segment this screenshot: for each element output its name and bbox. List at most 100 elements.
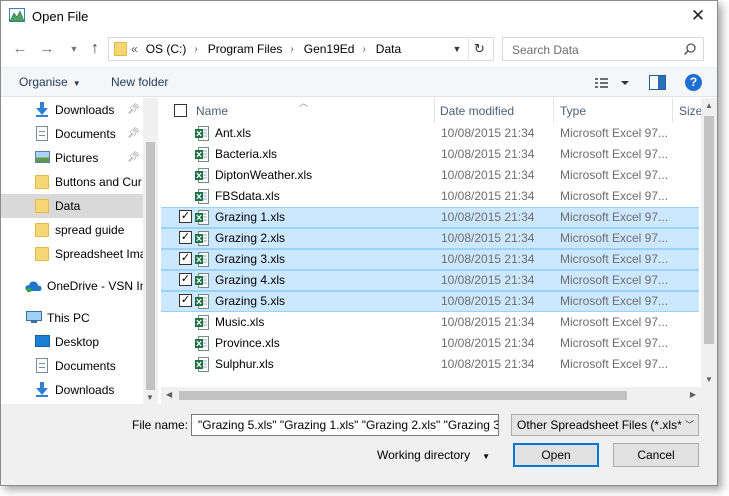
column-divider[interactable]	[553, 98, 554, 123]
folder-icon	[35, 175, 49, 189]
column-divider[interactable]	[434, 98, 435, 123]
excel-file-icon	[195, 252, 209, 267]
nav-item-documents-pc[interactable]: Documents	[1, 354, 143, 378]
forward-button[interactable]: →	[37, 39, 57, 59]
nav-item-onedrive[interactable]: OneDrive - VSN In	[1, 274, 146, 298]
address-row: ← → ▼ ↑ « OS (C:) › Program Files › Gen1…	[1, 34, 717, 64]
nav-item-label: Downloads	[55, 383, 115, 397]
file-type: Microsoft Excel 97...	[560, 210, 669, 224]
file-date-modified: 10/08/2015 21:34	[441, 168, 535, 182]
nav-item-data[interactable]: Data	[1, 194, 143, 218]
scroll-down-arrow-icon[interactable]: ▼	[146, 393, 154, 402]
breadcrumb-item[interactable]: Program Files	[208, 42, 283, 56]
column-header-type[interactable]: Type	[560, 104, 586, 118]
address-bar[interactable]: « OS (C:) › Program Files › Gen19Ed › Da…	[108, 37, 494, 61]
breadcrumb-overflow[interactable]: «	[131, 42, 138, 56]
close-button[interactable]: ✕	[685, 4, 711, 28]
file-row[interactable]: Province.xls 10/08/2015 21:34 Microsoft Ex…	[161, 333, 699, 354]
nav-item-this-pc[interactable]: This PC	[1, 306, 143, 330]
scroll-right-arrow-icon[interactable]: ▶	[690, 390, 696, 399]
file-row[interactable]: Music.xls 10/08/2015 21:34 Microsoft Excel…	[161, 312, 699, 333]
working-directory-menu[interactable]: Working directory ▼	[377, 448, 490, 462]
nav-item-label: Desktop	[55, 335, 100, 349]
nav-item-spread-guide[interactable]: spread guide	[1, 218, 143, 242]
file-row[interactable]: ✓ Grazing 2.xls 10/08/2015 21:34 Microsoft …	[161, 228, 699, 249]
chevron-down-icon: ﹀	[681, 418, 694, 431]
file-name: Bacteria.xls	[215, 147, 278, 161]
search-input[interactable]: Search Data	[502, 37, 704, 61]
file-row[interactable]: ✓ Grazing 1.xls 10/08/2015 21:34 Microsoft …	[161, 207, 699, 228]
cancel-button[interactable]: Cancel	[613, 443, 699, 467]
column-header-row: ︿ Name Date modified Type Size	[161, 98, 702, 123]
nav-item-spreadsheet-ima[interactable]: Spreadsheet Ima	[1, 242, 146, 266]
excel-file-icon	[195, 231, 209, 246]
row-checkbox-checked[interactable]: ✓	[179, 273, 192, 286]
breadcrumb-item[interactable]: Data	[376, 42, 401, 56]
nav-item-pictures[interactable]: Pictures 📌︎	[1, 146, 143, 170]
excel-file-icon	[195, 294, 209, 309]
file-type: Microsoft Excel 97...	[560, 252, 669, 266]
navpane-scroll-thumb[interactable]	[146, 142, 155, 390]
chevron-right-icon[interactable]: ›	[290, 44, 293, 55]
new-folder-button[interactable]: New folder	[111, 75, 168, 89]
preview-pane-button[interactable]	[649, 75, 666, 90]
file-date-modified: 10/08/2015 21:34	[441, 315, 535, 329]
scroll-left-arrow-icon[interactable]: ◀	[166, 390, 172, 399]
file-list-horizontal-scrollbar[interactable]: ◀ ▶	[161, 387, 701, 404]
scroll-down-arrow-icon[interactable]: ▼	[705, 375, 713, 384]
file-list-vertical-scrollbar[interactable]: ▲ ▼	[701, 98, 717, 387]
file-date-modified: 10/08/2015 21:34	[441, 189, 535, 203]
nav-item-buttons-and-cur[interactable]: Buttons and Cur	[1, 170, 143, 194]
up-button[interactable]: ↑	[85, 39, 105, 59]
open-button[interactable]: Open	[513, 443, 599, 467]
address-dropdown-button[interactable]: ▼	[448, 38, 466, 60]
organise-menu[interactable]: Organise ▼	[19, 75, 81, 89]
file-name-field[interactable]: "Grazing 5.xls" "Grazing 1.xls" "Grazing…	[191, 414, 499, 436]
scroll-up-arrow-icon[interactable]: ▲	[705, 101, 713, 110]
help-button[interactable]: ?	[685, 74, 702, 91]
row-checkbox-checked[interactable]: ✓	[179, 210, 192, 223]
command-toolbar: Organise ▼ New folder ?	[1, 67, 717, 97]
breadcrumb-item[interactable]: OS (C:)	[146, 42, 187, 56]
chevron-right-icon[interactable]: ›	[194, 44, 197, 55]
horizontal-scroll-thumb[interactable]	[179, 391, 627, 400]
row-checkbox-checked[interactable]: ✓	[179, 294, 192, 307]
chevron-right-icon[interactable]: ›	[362, 44, 365, 55]
file-type: Microsoft Excel 97...	[560, 336, 669, 350]
nav-item-downloads-quick[interactable]: Downloads 📌︎	[1, 98, 143, 122]
file-row[interactable]: Sulphur.xls 10/08/2015 21:34 Microsoft Exc…	[161, 354, 699, 375]
file-date-modified: 10/08/2015 21:34	[441, 336, 535, 350]
file-type: Microsoft Excel 97...	[560, 294, 669, 308]
pin-icon: 📌︎	[127, 104, 140, 115]
file-row[interactable]: ✓ Grazing 4.xls 10/08/2015 21:34 Microsoft …	[161, 270, 699, 291]
file-row[interactable]: ✓ Grazing 5.xls 10/08/2015 21:34 Microsoft …	[161, 291, 699, 312]
column-header-size[interactable]: Size	[679, 104, 702, 118]
recent-locations-button[interactable]: ▼	[64, 39, 84, 59]
refresh-button[interactable]: ↻	[468, 38, 490, 60]
row-checkbox-checked[interactable]: ✓	[179, 252, 192, 265]
back-button[interactable]: ←	[10, 39, 30, 59]
nav-item-documents-quick[interactable]: Documents 📌︎	[1, 122, 143, 146]
file-row[interactable]: ✓ Grazing 3.xls 10/08/2015 21:34 Microsoft …	[161, 249, 699, 270]
column-header-name[interactable]: Name	[196, 104, 228, 118]
caret-down-icon: ▼	[482, 452, 491, 461]
breadcrumb-item[interactable]: Gen19Ed	[304, 42, 355, 56]
select-all-checkbox[interactable]	[174, 104, 187, 117]
row-checkbox-checked[interactable]: ✓	[179, 231, 192, 244]
file-row[interactable]: Bacteria.xls 10/08/2015 21:34 Microsoft Ex…	[161, 144, 699, 165]
file-type-select[interactable]: Other Spreadsheet Files (*.xls*,* ﹀	[511, 414, 699, 436]
nav-item-label: Data	[55, 199, 81, 213]
file-row[interactable]: FBSdata.xls 10/08/2015 21:34 Microsoft Exc…	[161, 186, 699, 207]
file-row[interactable]: DiptonWeather.xls 10/08/2015 21:34 Microso…	[161, 165, 699, 186]
excel-file-icon	[195, 336, 209, 351]
change-view-button[interactable]	[593, 75, 633, 91]
column-header-date-modified[interactable]: Date modified	[440, 104, 514, 118]
nav-item-desktop[interactable]: Desktop	[1, 330, 143, 354]
file-name: Grazing 4.xls	[215, 273, 286, 287]
column-divider[interactable]	[672, 98, 673, 123]
nav-item-downloads-pc[interactable]: Downloads	[1, 378, 143, 402]
vertical-scroll-thumb[interactable]	[704, 116, 714, 344]
navpane-scrollbar[interactable]: ▼	[143, 98, 158, 404]
caret-down-icon: ▼	[72, 79, 81, 88]
file-row[interactable]: Ant.xls 10/08/2015 21:34 Microsoft Excel 9…	[161, 123, 699, 144]
